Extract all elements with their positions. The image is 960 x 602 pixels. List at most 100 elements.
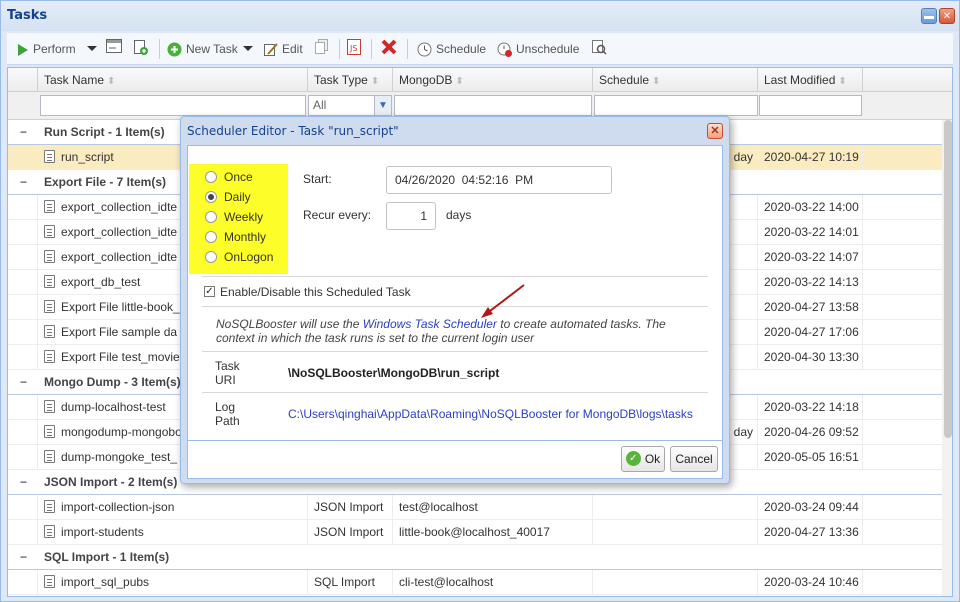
task-view-icon[interactable] — [591, 39, 607, 59]
radio-onlogon[interactable]: OnLogon — [205, 247, 273, 267]
task-type-filter-select[interactable]: All ▼ — [308, 95, 392, 116]
row-indent-cell — [8, 495, 38, 520]
close-window-icon[interactable]: ✕ — [939, 8, 955, 24]
grid-header-corner — [8, 68, 38, 92]
cell-text: import_sql_pubs — [61, 575, 150, 589]
cell-text: import-students — [61, 525, 144, 539]
collapse-icon[interactable]: − — [20, 120, 27, 145]
radio-daily[interactable]: Daily — [205, 187, 251, 207]
cell-text: import-collection-json — [61, 500, 175, 514]
perform-button[interactable]: Perform — [17, 39, 76, 59]
task-file-icon — [44, 275, 55, 289]
collapse-icon[interactable]: − — [20, 370, 27, 395]
column-header-last-modified[interactable]: Last Modified ⬍ — [758, 68, 863, 92]
task-file-icon — [44, 250, 55, 264]
cell-text: dump-localhost-test — [61, 400, 166, 414]
cell-text: 2020-03-22 14:07 — [764, 250, 859, 264]
column-header-schedule[interactable]: Schedule ⬍ — [593, 68, 758, 92]
perform-dropdown-icon[interactable] — [87, 39, 97, 59]
log-path-link[interactable]: C:\Users\qinghai\AppData\Roaming\NoSQLBo… — [288, 407, 693, 421]
cell-text: JSON Import — [314, 525, 384, 539]
schedule-button[interactable]: Schedule — [417, 39, 486, 59]
new-task-button[interactable]: New Task — [167, 39, 238, 59]
toolbar: Perform New Task Edit JS Schedule Unsche… — [7, 33, 953, 65]
minimize-icon[interactable]: ▬ — [921, 8, 937, 24]
cell-db: little-book@localhost_40017 — [393, 520, 593, 545]
column-header-task-name[interactable]: Task Name ⬍ — [38, 68, 308, 92]
collapse-icon[interactable]: − — [20, 170, 27, 195]
recur-every-label: Recur every: — [303, 208, 372, 222]
enable-schedule-checkbox[interactable]: ✓ Enable/Disable this Scheduled Task — [204, 284, 411, 300]
cell-text: 2020-04-26 09:52 — [764, 425, 859, 439]
mongodb-filter-input[interactable] — [394, 95, 592, 116]
cell-text: 2020-04-27 13:36 — [764, 525, 859, 539]
collapse-icon[interactable]: − — [20, 545, 27, 570]
radio-monthly[interactable]: Monthly — [205, 227, 266, 247]
scheduler-editor-dialog: Scheduler Editor - Task "run_script" ✕ O… — [180, 116, 730, 484]
clock-icon — [417, 42, 432, 57]
task-file-icon — [44, 225, 55, 239]
task-file-icon — [44, 400, 55, 414]
cell-name: import_sql_pubs — [38, 570, 308, 595]
cell-text: 2020-03-22 14:00 — [764, 200, 859, 214]
window-title-bar[interactable]: Tasks ▬ ✕ — [1, 1, 959, 31]
windows-task-scheduler-link[interactable]: Windows Task Scheduler — [363, 317, 497, 331]
row-indent-cell — [8, 570, 38, 595]
script-file-icon[interactable]: JS — [347, 39, 361, 59]
chevron-down-icon[interactable]: ▼ — [374, 96, 391, 115]
radio-button-icon[interactable] — [205, 230, 217, 243]
group-title: Mongo Dump - 3 Item(s) — [44, 375, 181, 389]
radio-button-icon[interactable] — [205, 170, 217, 183]
radio-weekly[interactable]: Weekly — [205, 207, 263, 227]
cell-schedule — [593, 520, 758, 545]
cell-modified: 2020-04-27 13:58 — [758, 295, 863, 320]
last-modified-filter-input[interactable] — [759, 95, 862, 116]
cell-schedule — [593, 495, 758, 520]
radio-button-selected-icon[interactable] — [205, 190, 217, 203]
row-indent-cell — [8, 145, 38, 170]
column-header-task-type[interactable]: Task Type ⬍ — [308, 68, 393, 92]
new-task-dropdown-icon[interactable] — [243, 39, 253, 59]
radio-button-icon[interactable] — [205, 210, 217, 223]
task-file-icon — [44, 525, 55, 539]
delete-icon[interactable] — [381, 39, 397, 59]
vertical-scrollbar[interactable] — [942, 120, 952, 596]
task-name-filter-input[interactable] — [40, 95, 306, 116]
cell-text: Export File little-book_ — [61, 300, 180, 314]
new-script-icon[interactable] — [132, 39, 148, 59]
row-indent-cell — [8, 245, 38, 270]
collapse-icon[interactable]: − — [20, 470, 27, 495]
table-row[interactable]: import-students JSON Import little-book@lo… — [8, 520, 952, 545]
group-header-row[interactable]: − SQL Import - 1 Item(s) — [8, 545, 952, 570]
table-row[interactable]: import_sql_pubs SQL Import cli-test@localh… — [8, 570, 952, 595]
radio-button-icon[interactable] — [205, 250, 217, 263]
dialog-title: Scheduler Editor - Task "run_script" — [187, 124, 399, 138]
schedule-filter-input[interactable] — [594, 95, 758, 116]
window-title: Tasks — [7, 8, 48, 23]
copy-icon[interactable] — [315, 39, 329, 59]
column-header-mongodb[interactable]: MongoDB ⬍ — [393, 68, 593, 92]
cell-schedule — [593, 570, 758, 595]
task-file-icon — [44, 200, 55, 214]
cell-text: Export File test_movie — [61, 350, 180, 364]
cell-text: SQL Import — [314, 575, 375, 589]
start-label: Start: — [303, 172, 332, 186]
cancel-button[interactable]: Cancel — [670, 446, 718, 472]
radio-once[interactable]: Once — [205, 167, 253, 187]
checkbox-checked-icon[interactable]: ✓ — [204, 286, 215, 298]
cell-text: 2020-04-27 10:19 — [764, 150, 859, 164]
scrollbar-thumb[interactable] — [944, 120, 952, 438]
cell-text: export_collection_idte — [61, 225, 178, 239]
unschedule-button[interactable]: Unschedule — [497, 39, 579, 59]
dialog-close-icon[interactable]: ✕ — [707, 123, 723, 139]
cell-modified: 2020-03-22 14:18 — [758, 395, 863, 420]
edit-button[interactable]: Edit — [263, 39, 303, 59]
start-datetime-input[interactable]: 04/26/2020 04:52:16 PM — [386, 166, 612, 194]
row-indent-cell — [8, 295, 38, 320]
cell-text: 2020-03-24 10:46 — [764, 575, 859, 589]
cell-text: mongodump-mongobo — [61, 425, 182, 439]
console-icon[interactable] — [106, 39, 122, 59]
ok-button[interactable]: ✓ Ok — [621, 446, 665, 472]
table-row[interactable]: import-collection-json JSON Import test@lo… — [8, 495, 952, 520]
recur-interval-input[interactable]: 1 — [386, 202, 436, 230]
